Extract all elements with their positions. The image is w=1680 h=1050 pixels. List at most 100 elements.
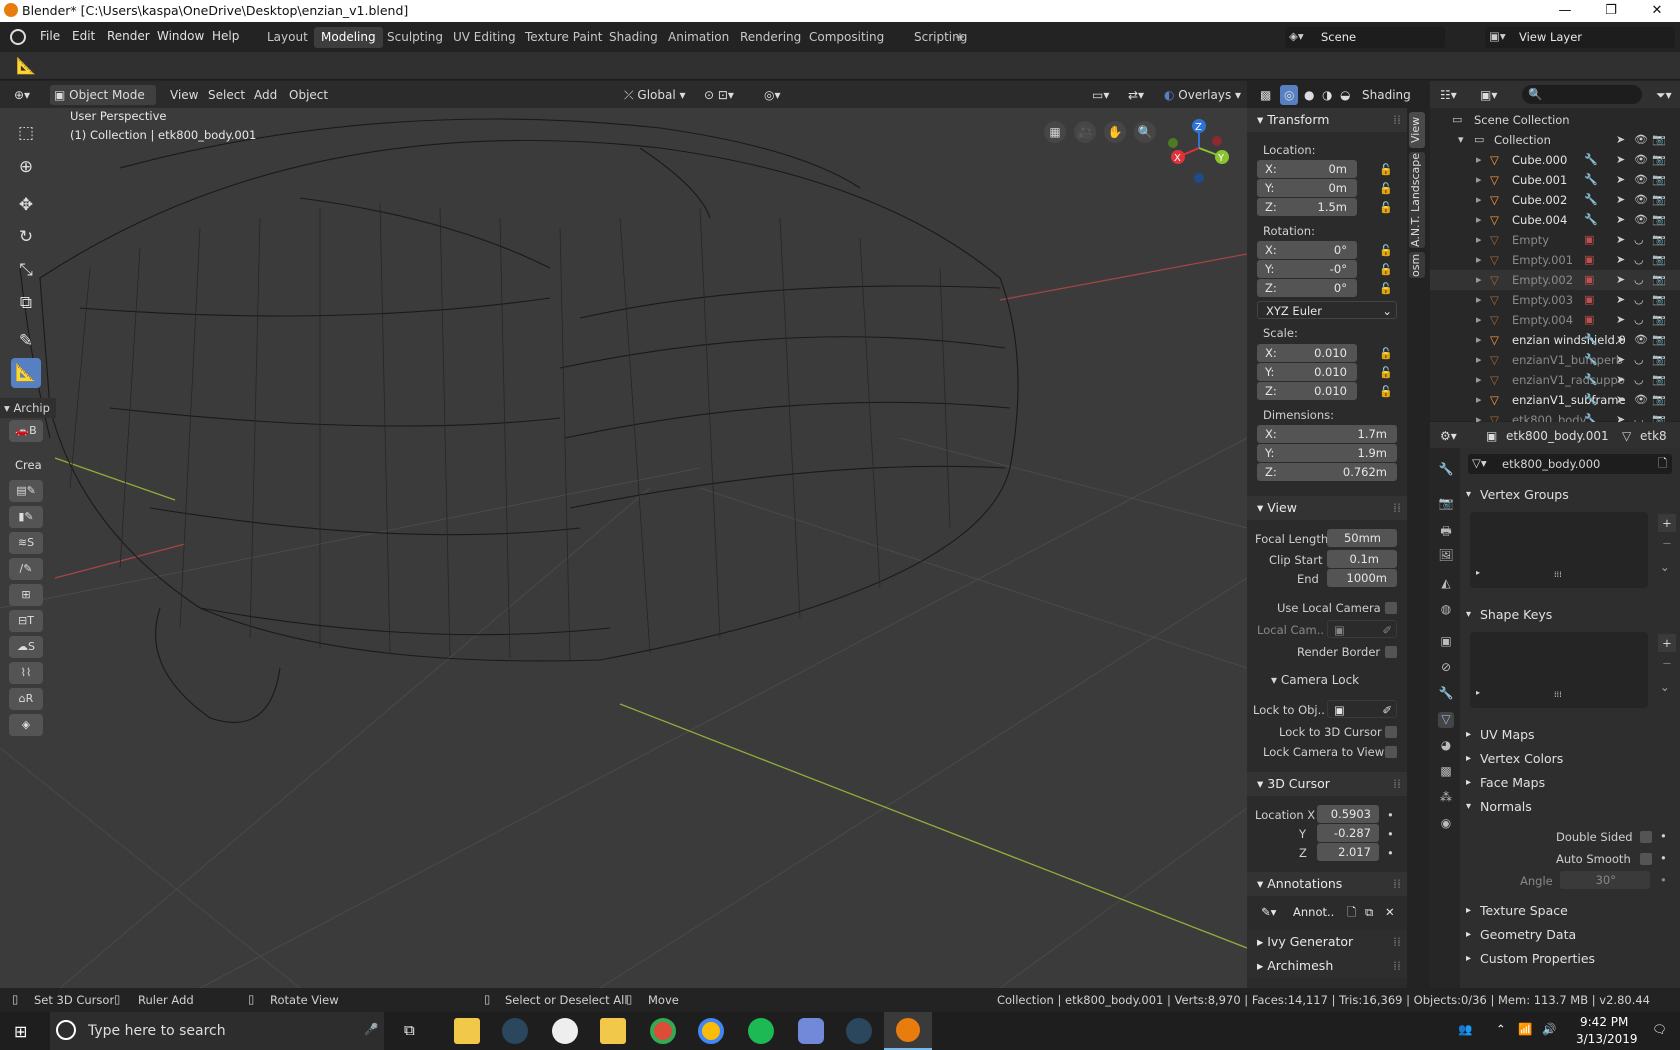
archipack-stair-icon[interactable]: ≋S: [9, 532, 43, 554]
ivy-generator-panel-header[interactable]: ▸ Ivy Generator ⁞⁞: [1247, 930, 1407, 954]
use-local-camera-checkbox[interactable]: [1385, 602, 1397, 614]
object-type-visibility-icon[interactable]: ▭▾: [1088, 85, 1113, 105]
scale-x-field[interactable]: X: 0.010: [1257, 344, 1357, 362]
blender-menu-icon[interactable]: [10, 29, 26, 45]
render-camera-icon[interactable]: 📷: [1652, 150, 1666, 170]
volume-icon[interactable]: 🔊: [1542, 1022, 1556, 1036]
location-y-field[interactable]: Y: 0m: [1257, 179, 1357, 197]
normals-section[interactable]: ▾ Normals: [1460, 796, 1680, 818]
select-arrow-icon[interactable]: ➤: [1616, 230, 1625, 250]
material-shading-button[interactable]: ◑: [1318, 85, 1336, 105]
add-workspace-icon[interactable]: +: [948, 27, 972, 48]
people-icon[interactable]: 👥: [1458, 1022, 1472, 1036]
render-camera-icon[interactable]: 📷: [1652, 350, 1666, 370]
3d-viewport[interactable]: User Perspective (1) Collection | etk800…: [0, 108, 1247, 988]
location-x-field[interactable]: X: 0m: [1257, 160, 1357, 178]
fake-user-icon[interactable]: 🗋: [1658, 456, 1667, 475]
location-y-lock-icon[interactable]: 🔓: [1379, 182, 1393, 195]
expand-arrow-icon[interactable]: ▸: [1476, 170, 1482, 190]
visibility-eye-icon[interactable]: 👁: [1634, 390, 1648, 410]
uv-maps-section[interactable]: ▸ UV Maps: [1460, 724, 1680, 746]
archipack-slab-icon[interactable]: ☁S: [9, 636, 43, 658]
visibility-eye-icon[interactable]: ◡: [1634, 250, 1644, 270]
scale-y-field[interactable]: Y: 0.010: [1257, 363, 1357, 381]
display-mode-icon[interactable]: ▣▾: [1476, 85, 1501, 105]
archimesh-panel-header[interactable]: ▸ Archimesh ⁞⁞: [1247, 954, 1407, 978]
unlink-annotation-icon[interactable]: ✕: [1385, 903, 1395, 921]
rendered-shading-button[interactable]: ◒: [1336, 85, 1354, 105]
gizmo-toggle-icon[interactable]: ⇄▾: [1124, 85, 1148, 105]
texture-tab-icon[interactable]: ▩: [1438, 764, 1454, 780]
collection-row[interactable]: ▾ ▭ Collection ➤ 👁 📷: [1430, 130, 1680, 150]
object-tab-icon[interactable]: ▣: [1438, 634, 1454, 650]
duplicate-annotation-icon[interactable]: ⧉: [1365, 903, 1373, 921]
expand-arrow-icon[interactable]: ▸: [1476, 210, 1482, 230]
tab-texture-paint[interactable]: Texture Paint: [518, 27, 609, 48]
menu-edit[interactable]: Edit: [72, 29, 95, 43]
face-maps-section[interactable]: ▸ Face Maps: [1460, 772, 1680, 794]
menu-help[interactable]: Help: [212, 29, 239, 43]
shape-keys-section[interactable]: ▾ Shape Keys: [1460, 604, 1680, 626]
overlays-dropdown[interactable]: ◐ Overlays ▾: [1160, 85, 1245, 105]
visibility-eye-icon[interactable]: ◡: [1634, 350, 1644, 370]
taskbar-date[interactable]: 3/13/2019: [1576, 1032, 1638, 1046]
vertex-groups-section[interactable]: ▾ Vertex Groups: [1460, 484, 1680, 506]
scale-tool-icon[interactable]: ⤡: [11, 255, 41, 285]
menu-render[interactable]: Render: [107, 29, 150, 43]
xray-toggle-icon[interactable]: ▩: [1256, 85, 1275, 105]
add-vertex-group-button[interactable]: +: [1658, 514, 1676, 532]
double-sided-checkbox[interactable]: [1640, 831, 1652, 843]
new-annotation-icon[interactable]: 🗋: [1347, 903, 1356, 921]
taskbar-search-box[interactable]: Type here to search 🎤: [50, 1012, 384, 1050]
dimensions-z-field[interactable]: Z: 0.762m: [1257, 463, 1397, 481]
view-layer-tab-icon[interactable]: 🖼: [1438, 548, 1454, 564]
rotation-z-lock-icon[interactable]: 🔓: [1379, 282, 1393, 295]
select-arrow-icon[interactable]: ➤: [1616, 130, 1625, 150]
pan-view-icon[interactable]: ✋: [1104, 121, 1126, 143]
visibility-eye-icon[interactable]: ◡: [1634, 290, 1644, 310]
tray-chevron-icon[interactable]: ⌃: [1496, 1022, 1506, 1036]
cursor-y-keyframe-dot[interactable]: •: [1387, 827, 1394, 841]
physics-tab-icon[interactable]: ◉: [1438, 816, 1454, 832]
dimensions-y-field[interactable]: Y: 1.9m: [1257, 444, 1397, 462]
measure-tool-icon[interactable]: 📐: [11, 358, 41, 388]
outliner-object-row[interactable]: ▸ ▽ enzianV1_bumperb 🔧 ➤ ◡ 📷: [1430, 350, 1680, 370]
auto-smooth-checkbox[interactable]: [1640, 853, 1652, 865]
select-box-tool-icon[interactable]: ⬚: [11, 118, 41, 148]
xbox-icon[interactable]: [552, 1018, 578, 1044]
visibility-eye-icon[interactable]: ◡: [1634, 230, 1644, 250]
lock-to-object-field[interactable]: ▣ ✐: [1327, 700, 1397, 718]
select-arrow-icon[interactable]: ➤: [1616, 370, 1625, 390]
select-arrow-icon[interactable]: ➤: [1616, 310, 1625, 330]
view-panel-header[interactable]: ▾ View ⁞⁞: [1247, 496, 1407, 520]
camera-view-icon[interactable]: 🎥: [1074, 121, 1096, 143]
wireframe-shading-button[interactable]: ◎: [1280, 85, 1299, 105]
scale-z-lock-icon[interactable]: 🔓: [1379, 385, 1393, 398]
cursor-y-field[interactable]: -0.287: [1317, 824, 1379, 842]
clip-end-field[interactable]: 1000m: [1327, 569, 1397, 587]
archipack-roof-icon[interactable]: ⌂R: [9, 688, 43, 710]
outliner-object-row[interactable]: ▸ ▽ enzianV1_radsuppo 🔧 ➤ ◡ 📷: [1430, 370, 1680, 390]
expand-arrow-icon[interactable]: ▸: [1476, 330, 1482, 350]
add-shape-key-button[interactable]: +: [1658, 634, 1676, 652]
outliner-object-row[interactable]: ▸ ▽ Empty.003 ▣ ➤ ◡ 📷: [1430, 290, 1680, 310]
steam-chat-icon[interactable]: [846, 1018, 872, 1044]
expand-arrow-icon[interactable]: ▸: [1476, 310, 1482, 330]
texture-space-section[interactable]: ▸ Texture Space: [1460, 900, 1680, 922]
render-camera-icon[interactable]: 📷: [1652, 170, 1666, 190]
archipack-window-icon[interactable]: /✎: [9, 558, 43, 580]
visibility-eye-icon[interactable]: 👁: [1634, 210, 1648, 230]
material-tab-icon[interactable]: ◕: [1438, 738, 1454, 754]
vertex-group-menu-icon[interactable]: ⌄: [1660, 560, 1670, 574]
tab-compositing[interactable]: Compositing: [802, 27, 891, 48]
select-menu[interactable]: Select: [204, 85, 249, 105]
render-border-checkbox[interactable]: [1385, 646, 1397, 658]
visibility-eye-icon[interactable]: 👁: [1634, 170, 1648, 190]
rotation-z-field[interactable]: Z: 0°: [1257, 279, 1357, 297]
lock-to-cursor-checkbox[interactable]: [1385, 726, 1397, 738]
double-sided-keyframe-dot[interactable]: •: [1660, 829, 1667, 843]
visibility-eye-icon[interactable]: 👁: [1634, 130, 1648, 150]
select-arrow-icon[interactable]: ➤: [1616, 350, 1625, 370]
tab-shading[interactable]: Shading: [602, 27, 665, 48]
cursor-x-keyframe-dot[interactable]: •: [1387, 808, 1394, 822]
